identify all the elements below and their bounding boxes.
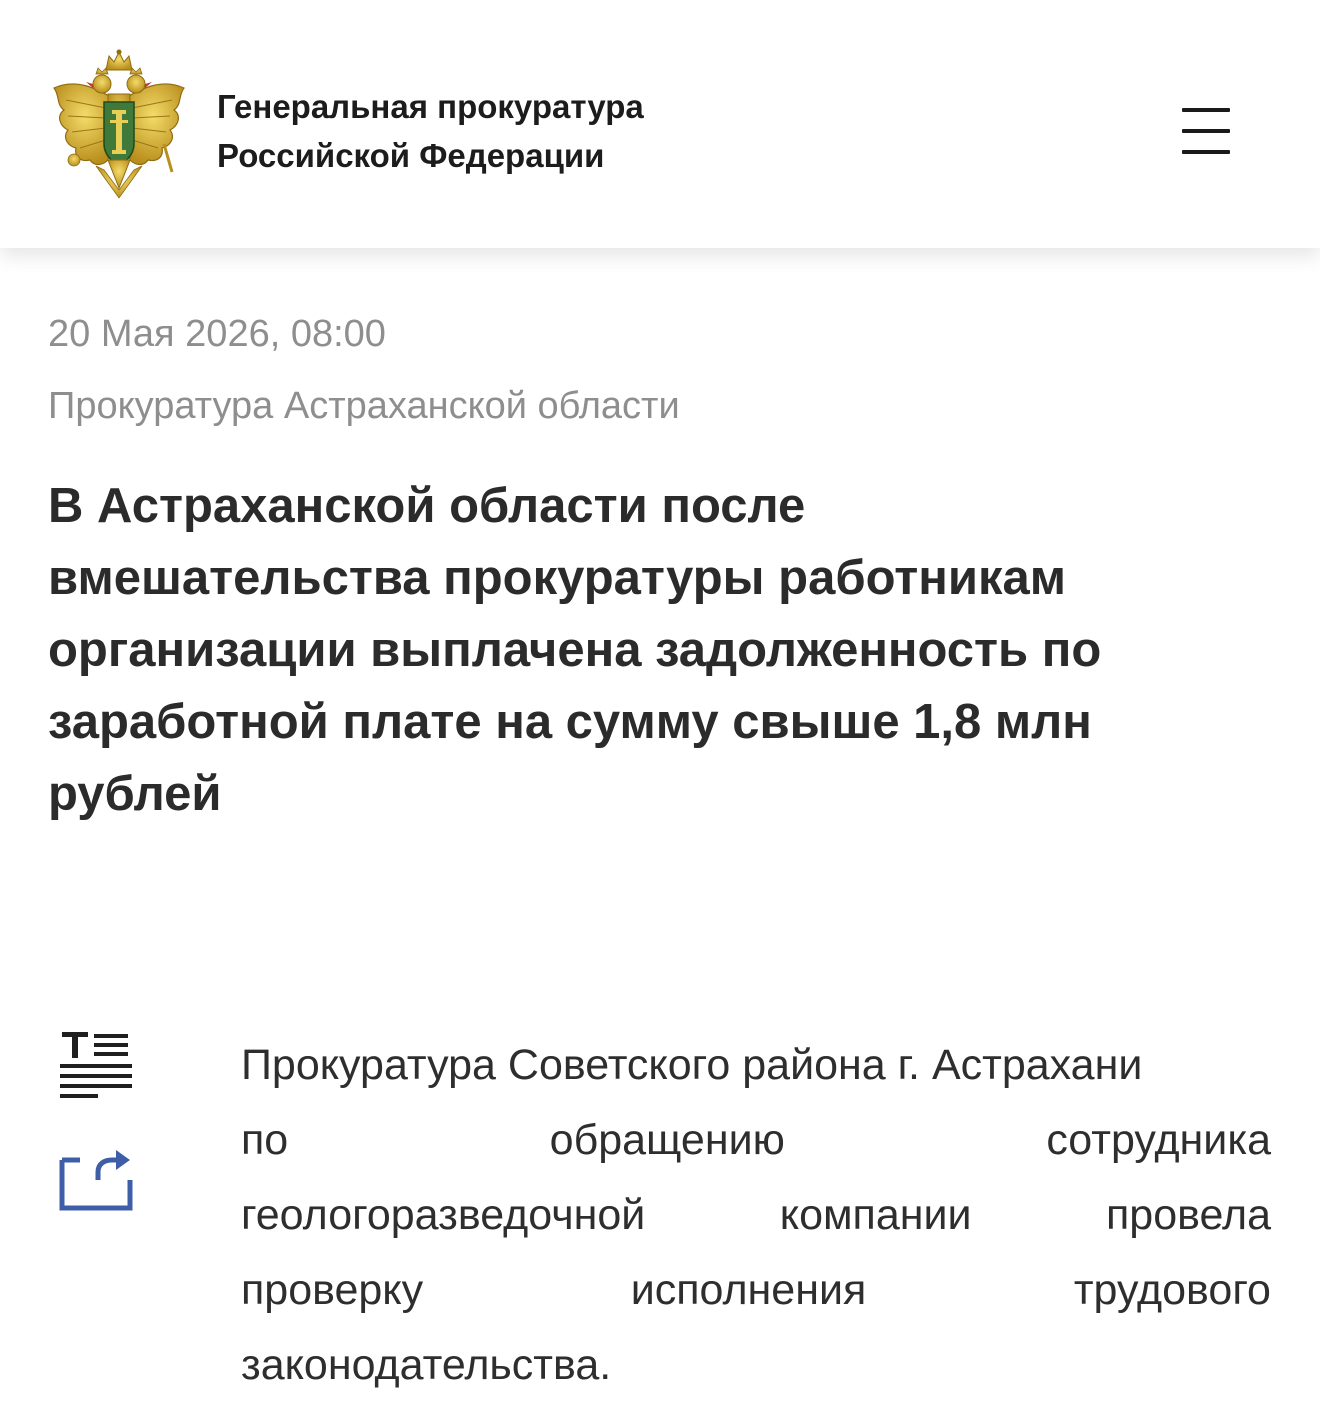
article-title-line: В Астраханской области после (48, 479, 806, 533)
article-title-line: организации выплачена задолженность по (48, 623, 1102, 677)
article-body-line: проверку исполнения трудового (241, 1253, 1271, 1328)
article-title: В Астраханской области после вмешательст… (48, 470, 1278, 830)
article-body-line: законодательства. (241, 1328, 1271, 1403)
body-word: компании (779, 1191, 972, 1239)
body-word: законодательства. (241, 1341, 612, 1389)
article-title-line: рублей (48, 767, 222, 821)
body-word: трудового (1073, 1266, 1271, 1314)
body-word: обращению (549, 1116, 785, 1164)
hamburger-menu-icon[interactable] (1176, 104, 1236, 158)
article-body-line: по обращению сотрудника (241, 1103, 1271, 1178)
article-title-line: заработной плате на сумму свыше 1,8 млн (48, 695, 1092, 749)
article-body-line: Прокуратура Советского района г. Астраха… (241, 1028, 1271, 1103)
menu-bar-top (1182, 108, 1230, 112)
organization-name-line2: Российской Федерации (217, 137, 605, 174)
article-date: 20 Мая 2026, 08:00 (48, 313, 386, 355)
body-word: геологоразведочной (241, 1191, 646, 1239)
body-word: провела (1106, 1191, 1271, 1239)
menu-bar-bottom (1182, 150, 1230, 154)
share-icon[interactable] (58, 1146, 136, 1214)
article-title-line: вмешательства прокуратуры работникам (48, 551, 1067, 605)
site-header: Генеральная прокуратура Российской Федер… (0, 0, 1320, 248)
body-word: исполнения (630, 1266, 867, 1314)
body-word: по (241, 1116, 289, 1164)
double-headed-eagle-emblem-icon[interactable] (46, 48, 192, 206)
body-word: Прокуратура Советского района г. Астраха… (241, 1041, 1143, 1089)
body-word: проверку (241, 1266, 424, 1314)
organization-name[interactable]: Генеральная прокуратура Российской Федер… (217, 82, 644, 180)
menu-bar-middle (1182, 129, 1230, 133)
article-body-line: геологоразведочной компании провела (241, 1178, 1271, 1253)
article-body: Прокуратура Советского района г. Астраха… (241, 1028, 1271, 1403)
organization-name-line1: Генеральная прокуратура (217, 88, 644, 125)
body-word: сотрудника (1046, 1116, 1271, 1164)
article-source[interactable]: Прокуратура Астраханской области (48, 385, 680, 428)
text-size-icon[interactable] (58, 1030, 134, 1100)
